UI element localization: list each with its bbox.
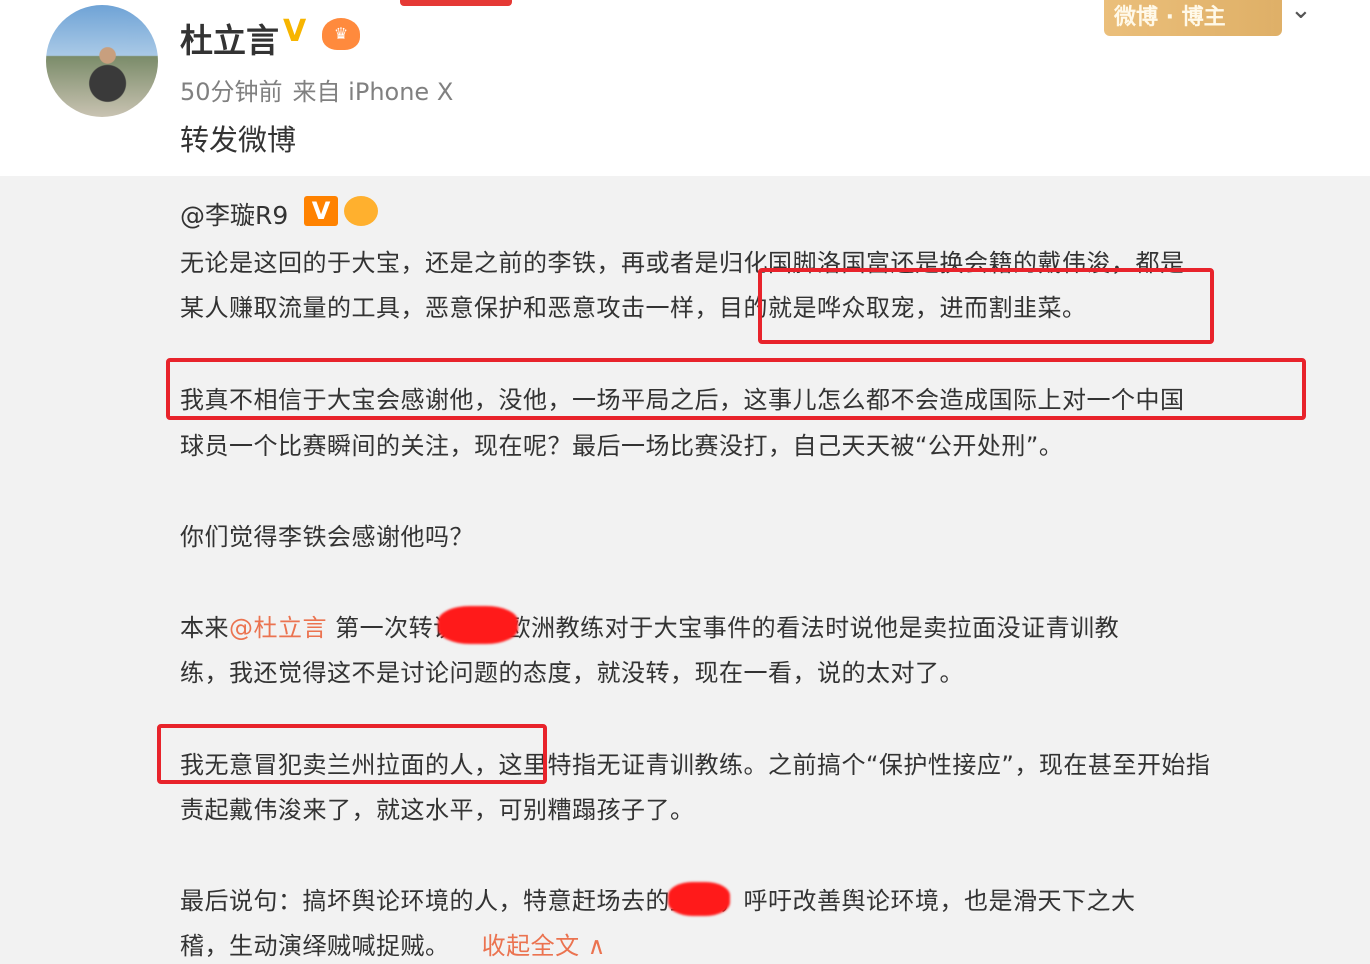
repost-text: 转发微博	[180, 123, 297, 157]
text-line-7: 练，我还觉得这不是讨论问题的态度，就没转，现在一看，说的太对了。	[180, 659, 964, 687]
text-line-4: 球员一个比赛瞬间的关注，现在呢？最后一场比赛没打，自己天天被“公开处刑”。	[180, 432, 1064, 460]
text-line-11: 稽，生动演绎贼喊捉贼。 收起全文 ∧	[180, 926, 606, 961]
mention-link[interactable]: @杜立言	[229, 614, 327, 642]
avatar[interactable]	[46, 5, 158, 117]
highlight-box	[758, 268, 1214, 344]
text-line-9: 责起戴伟浚来了，就这水平，可别糟蹋孩子了。	[180, 796, 695, 824]
redaction-mark	[438, 606, 518, 644]
member-badge: 微博 · 博主	[1104, 0, 1282, 36]
post-header: 杜立言 V ♛ 50分钟前 来自 iPhone X 转发微博 微博 · 博主 ⌄	[0, 0, 1370, 176]
redaction-mark	[668, 882, 730, 916]
post-meta: 50分钟前 来自 iPhone X	[180, 72, 463, 107]
text-segment: 本来	[180, 614, 229, 642]
crown-icon: ♛	[322, 18, 360, 50]
collapse-button[interactable]: 收起全文 ∧	[482, 932, 606, 960]
text-line-10: 最后说句：搞坏舆论环境的人，特意赶场去的直播，呼吁改善舆论环境，也是滑天下之大	[180, 887, 1136, 915]
post-time[interactable]: 50分钟前	[180, 78, 283, 106]
chevron-down-icon[interactable]: ⌄	[1290, 0, 1320, 24]
post-source: 来自 iPhone X	[292, 78, 454, 106]
text-line-5: 你们觉得李铁会感谢他吗？	[180, 523, 474, 551]
highlight-box	[166, 358, 1306, 420]
verified-v-icon: V	[304, 196, 338, 226]
crown-icon	[344, 196, 378, 226]
red-annotation-mark	[400, 0, 512, 6]
highlight-box	[157, 724, 547, 784]
text-line-6: 本来@杜立言 第一次转说两位欧洲教练对于大宝事件的看法时说他是卖拉面没证青训教	[180, 608, 1119, 643]
text-segment: 稽，生动演绎贼喊捉贼。	[180, 932, 450, 960]
author-name[interactable]: 杜立言	[180, 14, 279, 62]
original-author[interactable]: @李璇R9	[180, 196, 288, 232]
verified-v-icon: V	[283, 14, 307, 49]
